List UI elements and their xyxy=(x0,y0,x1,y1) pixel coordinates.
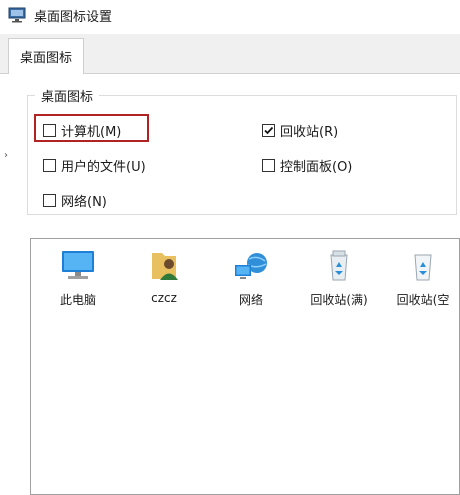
icon-label: 回收站(空 xyxy=(396,293,450,307)
list-item-recycle-empty[interactable]: 回收站(空 xyxy=(383,249,460,308)
icon-list[interactable]: 此电脑 czcz 网络 回收站(满) 回收站(空 xyxy=(30,238,460,495)
list-item-recycle-full[interactable]: 回收站(满) xyxy=(299,249,379,308)
recycle-bin-empty-icon xyxy=(414,254,432,281)
highlight-box xyxy=(34,114,149,142)
checkbox-label: 回收站(R) xyxy=(280,125,339,140)
window-title: 桌面图标设置 xyxy=(34,10,113,25)
recycle-bin-full-icon xyxy=(330,250,348,281)
icon-label: 网络 xyxy=(238,293,263,307)
list-item-user[interactable]: czcz xyxy=(124,249,204,305)
checkmark-icon xyxy=(264,126,274,135)
checkbox-recycle-bin[interactable]: 回收站(R) xyxy=(262,121,338,140)
computer-icon xyxy=(62,251,94,279)
icon-label: 此电脑 xyxy=(59,293,96,307)
group-legend: 桌面图标 xyxy=(35,86,100,105)
left-edge-mark: › xyxy=(4,150,8,161)
network-icon xyxy=(235,253,267,279)
checkbox-box[interactable] xyxy=(43,159,56,172)
checkbox-user-files[interactable]: 用户的文件(U) xyxy=(43,156,146,175)
tab-desktop-icons[interactable]: 桌面图标 xyxy=(8,38,84,74)
checkbox-label: 控制面板(O) xyxy=(280,160,353,175)
tab-label: 桌面图标 xyxy=(20,51,73,66)
checkbox-network[interactable]: 网络(N) xyxy=(43,191,107,210)
title-bar: 桌面图标设置 xyxy=(0,0,460,30)
list-item-this-pc[interactable]: 此电脑 xyxy=(38,249,118,308)
desktop-settings-icon xyxy=(8,7,26,23)
checkbox-label: 网络(N) xyxy=(61,195,107,210)
icon-label: czcz xyxy=(151,291,177,305)
list-item-network[interactable]: 网络 xyxy=(211,249,291,308)
user-folder-icon xyxy=(152,253,178,280)
checkbox-box[interactable] xyxy=(43,194,56,207)
checkbox-control-panel[interactable]: 控制面板(O) xyxy=(262,156,352,175)
icon-label: 回收站(满) xyxy=(310,293,368,307)
checkbox-box[interactable] xyxy=(262,124,275,137)
checkbox-label: 用户的文件(U) xyxy=(61,160,146,175)
checkbox-box[interactable] xyxy=(262,159,275,172)
